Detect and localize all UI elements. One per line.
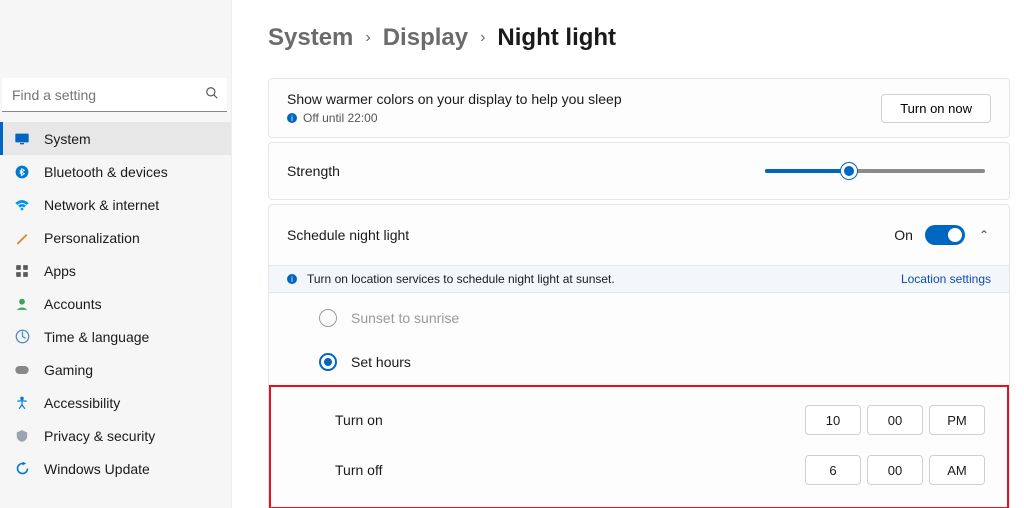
schedule-state-text: On: [894, 227, 913, 243]
bluetooth-icon: [14, 164, 30, 180]
location-banner: i Turn on location services to schedule …: [269, 265, 1009, 293]
shield-icon: [14, 428, 30, 444]
search-field[interactable]: [2, 78, 227, 112]
schedule-card: Schedule night light On ⌃ i Turn on loca…: [268, 204, 1010, 508]
turn-on-hour[interactable]: 10: [805, 405, 861, 435]
settings-sidebar: System Bluetooth & devices Network & int…: [0, 0, 232, 508]
turn-off-label: Turn off: [335, 462, 805, 478]
sidebar-item-windows-update[interactable]: Windows Update: [0, 452, 231, 485]
radio-icon: [319, 353, 337, 371]
sidebar-item-label: Gaming: [44, 362, 93, 378]
night-light-status: Off until 22:00: [303, 111, 378, 125]
strength-card: Strength: [268, 142, 1010, 200]
gamepad-icon: [14, 362, 30, 378]
brush-icon: [14, 230, 30, 246]
strength-label: Strength: [287, 163, 467, 179]
apps-icon: [14, 263, 30, 279]
radio-label: Set hours: [351, 354, 411, 370]
turn-off-ampm[interactable]: AM: [929, 455, 985, 485]
strength-slider[interactable]: [765, 169, 985, 173]
sidebar-item-label: Accessibility: [44, 395, 120, 411]
sidebar-item-network[interactable]: Network & internet: [0, 188, 231, 221]
turn-on-ampm[interactable]: PM: [929, 405, 985, 435]
schedule-label: Schedule night light: [287, 227, 882, 243]
monitor-icon: [14, 131, 30, 147]
breadcrumb-current: Night light: [497, 24, 616, 52]
sidebar-item-label: Windows Update: [44, 461, 150, 477]
sidebar-item-accessibility[interactable]: Accessibility: [0, 386, 231, 419]
info-icon: i: [287, 274, 297, 284]
location-settings-link[interactable]: Location settings: [901, 272, 991, 286]
accessibility-icon: [14, 395, 30, 411]
turn-off-minute[interactable]: 00: [867, 455, 923, 485]
sidebar-item-label: Personalization: [44, 230, 140, 246]
breadcrumb-system[interactable]: System: [268, 24, 353, 52]
schedule-toggle[interactable]: [925, 225, 965, 245]
chevron-right-icon: ›: [365, 29, 370, 47]
banner-text: Turn on location services to schedule ni…: [307, 272, 615, 286]
breadcrumb: System › Display › Night light: [268, 24, 1010, 52]
radio-set-hours[interactable]: Set hours: [319, 353, 959, 371]
sidebar-item-label: Bluetooth & devices: [44, 164, 168, 180]
person-icon: [14, 296, 30, 312]
sidebar-item-accounts[interactable]: Accounts: [0, 287, 231, 320]
wifi-icon: [14, 197, 30, 213]
night-light-description: Show warmer colors on your display to he…: [287, 91, 881, 107]
turn-on-label: Turn on: [335, 412, 805, 428]
sidebar-item-privacy[interactable]: Privacy & security: [0, 419, 231, 452]
radio-icon: [319, 309, 337, 327]
sidebar-item-apps[interactable]: Apps: [0, 254, 231, 287]
sidebar-item-label: Network & internet: [44, 197, 159, 213]
night-light-status-card: Show warmer colors on your display to he…: [268, 78, 1010, 138]
sidebar-item-label: Accounts: [44, 296, 102, 312]
turn-on-minute[interactable]: 00: [867, 405, 923, 435]
radio-sunset-to-sunrise: Sunset to sunrise: [319, 309, 959, 327]
info-icon: i: [287, 113, 297, 123]
sidebar-item-label: Apps: [44, 263, 76, 279]
main-content: System › Display › Night light Show warm…: [232, 0, 1024, 508]
search-input[interactable]: [10, 86, 205, 104]
chevron-right-icon: ›: [480, 29, 485, 47]
sidebar-item-system[interactable]: System: [0, 122, 231, 155]
sidebar-item-personalization[interactable]: Personalization: [0, 221, 231, 254]
set-hours-section: Turn on 10 00 PM Turn off 6 00 AM: [269, 385, 1009, 508]
update-icon: [14, 461, 30, 477]
breadcrumb-display[interactable]: Display: [383, 24, 468, 52]
radio-label: Sunset to sunrise: [351, 310, 459, 326]
sidebar-item-label: Privacy & security: [44, 428, 155, 444]
turn-on-now-button[interactable]: Turn on now: [881, 94, 991, 123]
sidebar-item-label: Time & language: [44, 329, 149, 345]
sidebar-item-time-language[interactable]: Time & language: [0, 320, 231, 353]
search-icon: [205, 86, 219, 103]
sidebar-item-bluetooth[interactable]: Bluetooth & devices: [0, 155, 231, 188]
chevron-up-icon[interactable]: ⌃: [977, 228, 991, 242]
turn-off-hour[interactable]: 6: [805, 455, 861, 485]
sidebar-item-label: System: [44, 131, 91, 147]
sidebar-item-gaming[interactable]: Gaming: [0, 353, 231, 386]
globe-clock-icon: [14, 329, 30, 345]
